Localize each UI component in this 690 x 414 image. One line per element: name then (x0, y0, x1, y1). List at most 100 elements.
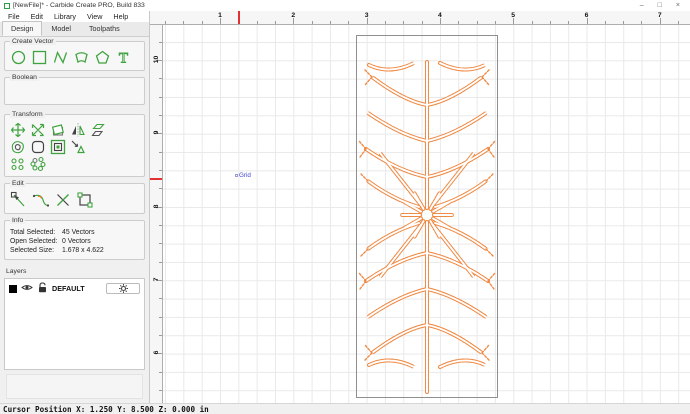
ruler-label-x: 4 (438, 12, 442, 19)
ruler-tick (159, 41, 162, 43)
ruler-tick (641, 21, 643, 24)
polyline-tool[interactable] (52, 49, 69, 66)
create-vector-label: Create Vector (10, 38, 56, 45)
ruler-tick (159, 389, 162, 391)
ruler-tick (159, 151, 162, 153)
menu-view[interactable]: View (82, 12, 107, 21)
ruler-label-y: 7 (153, 277, 160, 282)
ruler-label-y: 9 (153, 130, 160, 135)
ruler-tick (568, 21, 570, 24)
rotate-tool[interactable] (50, 122, 66, 138)
grid-icon (235, 174, 238, 177)
menu-file[interactable]: File (3, 12, 25, 21)
rectangle-tool[interactable] (31, 49, 48, 66)
boolean-label: Boolean (10, 74, 39, 81)
curve-tool[interactable] (73, 49, 90, 66)
ruler-label-y: 10 (153, 55, 160, 64)
ruler-tick (274, 21, 276, 24)
layer-color-swatch[interactable] (9, 284, 17, 293)
ruler-tick (159, 169, 162, 171)
layers-label: Layers (6, 268, 27, 275)
ruler-tick (159, 243, 162, 245)
layer-settings-button[interactable] (106, 283, 140, 294)
app-icon (4, 2, 10, 9)
svg-text:T: T (119, 51, 128, 67)
ruler-tick (256, 21, 258, 24)
ruler-tick (384, 21, 386, 24)
cursor-position: Cursor Position X: 1.250 Y: 8.500 Z: 0.0… (3, 404, 209, 414)
ruler-tick (531, 21, 533, 24)
tab-toolpaths[interactable]: Toolpaths (80, 21, 129, 36)
info-total-selected: Total Selected: 45 Vectors (10, 229, 95, 236)
info-label: Info (10, 217, 26, 224)
circular-array-tool[interactable] (30, 156, 46, 172)
ruler-tick (159, 78, 162, 80)
tab-bar: Design Model Toolpaths (0, 21, 149, 37)
create-vector-group: Create Vector T (4, 38, 145, 71)
ruler-tick (476, 21, 478, 24)
maximize-button[interactable]: □ (658, 2, 662, 9)
ruler-tick (159, 316, 162, 318)
info-selected-size: Selected Size: 1.678 x 4.622 (10, 247, 104, 254)
ruler-tick (421, 21, 423, 24)
ruler-tick (604, 21, 606, 24)
title-bar: [NewFile]* - Carbide Create PRO, Build 8… (0, 0, 690, 11)
canvas-area: 1 2 3 4 5 6 7 10 9 8 7 6 Grid (150, 11, 690, 403)
layers-list: DEFAULT (4, 278, 145, 370)
spiderweb-vectors[interactable] (356, 35, 498, 398)
trim-tool[interactable] (70, 139, 86, 155)
nested-align-tool[interactable] (50, 139, 66, 155)
ruler-tick (159, 334, 162, 336)
gear-icon (118, 284, 128, 293)
window-title: [NewFile]* - Carbide Create PRO, Build 8… (13, 2, 145, 9)
offset-tool[interactable] (10, 139, 26, 155)
app-window: [NewFile]* - Carbide Create PRO, Build 8… (0, 0, 690, 414)
info-group: Info Total Selected: 45 Vectors Open Sel… (4, 217, 145, 260)
drawing-canvas[interactable]: Grid (163, 25, 690, 403)
ruler-label-y: 6 (153, 350, 160, 355)
menu-library[interactable]: Library (49, 12, 81, 21)
close-button[interactable]: × (676, 2, 680, 9)
scale-tool[interactable] (30, 122, 46, 138)
layer-lock-icon[interactable] (37, 282, 48, 295)
layer-row[interactable]: DEFAULT (5, 279, 144, 298)
tab-model[interactable]: Model (42, 21, 80, 36)
ruler-label-x: 6 (584, 12, 589, 19)
trim-vectors-tool[interactable] (54, 191, 72, 209)
edit-label: Edit (10, 180, 26, 187)
shear-tool[interactable] (90, 122, 106, 138)
ruler-label-x: 7 (657, 12, 662, 19)
menu-edit[interactable]: Edit (26, 12, 48, 21)
ruler-tick (549, 21, 551, 24)
text-tool[interactable]: T (115, 49, 132, 66)
layer-visibility-icon[interactable] (21, 283, 33, 294)
grid-label: Grid (235, 172, 251, 179)
ruler-tick (159, 114, 162, 116)
design-panel: Create Vector T Boolean Transform Edit I… (0, 37, 149, 403)
move-tool[interactable] (10, 122, 26, 138)
transform-label: Transform (10, 111, 45, 118)
fillet-tool[interactable] (30, 139, 46, 155)
ruler-label-x: 1 (218, 12, 222, 19)
node-edit-tool[interactable] (10, 191, 28, 209)
menu-help[interactable]: Help (108, 12, 133, 21)
cursor-marker-x (238, 11, 240, 24)
join-vectors-tool[interactable] (76, 191, 94, 209)
ruler-tick (678, 21, 680, 24)
transform-group: Transform (4, 111, 145, 177)
status-bar: Cursor Position X: 1.250 Y: 8.500 Z: 0.0… (0, 403, 690, 414)
tab-design[interactable]: Design (2, 21, 43, 36)
minimize-button[interactable]: – (640, 2, 644, 9)
ruler-tick (623, 21, 625, 24)
cursor-marker-y (150, 178, 162, 180)
ruler-label-x: 5 (511, 12, 516, 19)
circle-tool[interactable] (10, 49, 27, 66)
edit-group: Edit (4, 180, 145, 214)
polygon-tool[interactable] (94, 49, 111, 66)
ruler-tick (183, 21, 185, 24)
curve-edit-tool[interactable] (32, 191, 50, 209)
ruler-tick (159, 96, 162, 98)
ruler-label-y: 8 (153, 204, 160, 208)
linear-array-tool[interactable] (10, 156, 26, 172)
flip-tool[interactable] (70, 122, 86, 138)
